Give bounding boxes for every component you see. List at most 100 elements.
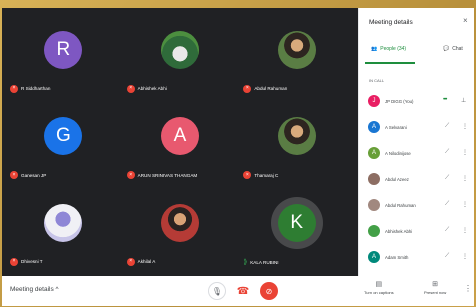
participant-name: Abhishek Abhi xyxy=(137,86,167,92)
avatar: A xyxy=(368,251,380,263)
present-label: Present now xyxy=(424,290,447,295)
more-options-icon[interactable]: ⋮ xyxy=(464,284,472,293)
mic-off-icon[interactable]: ⟋ xyxy=(445,253,449,260)
mic-off-icon[interactable]: ⟋ xyxy=(445,201,449,208)
participant-name: A Nilodinijose xyxy=(385,151,411,156)
participant-tile[interactable]: × Akhilal A xyxy=(122,187,238,272)
pin-icon[interactable]: ⊥ xyxy=(461,97,466,104)
mic-off-icon[interactable]: ⟋ xyxy=(445,123,449,130)
participant-name: Dhivesni T xyxy=(21,259,43,265)
bottom-bar: Meeting details ^ 🎙 ☎ ⊘ ▤ Turn on captio… xyxy=(2,276,474,306)
participant-tile[interactable]: × Abdul Rahuman xyxy=(239,14,354,99)
participant-row[interactable]: Abdul Azeez ⟋ ⋮ xyxy=(359,168,474,192)
name-row: × Abhishek Abhi xyxy=(126,84,167,93)
participant-tile[interactable]: R × R Siddharthan xyxy=(6,14,121,99)
participant-name: Abdul Rahuman xyxy=(254,86,288,92)
tab-people-label: People (34) xyxy=(380,46,407,52)
participant-row[interactable]: Abhishek Abhi ⟋ ⋮ xyxy=(359,220,474,244)
mic-off-icon[interactable]: ⟋ xyxy=(445,227,449,234)
camera-off-button[interactable]: ⊘ xyxy=(260,282,278,300)
participant-tile[interactable]: A × ARUN SRINIVAS THANGAM xyxy=(122,100,238,186)
audio-level-icon: ••• xyxy=(443,97,447,103)
chevron-up-icon: ^ xyxy=(55,286,59,293)
avatar: A xyxy=(368,147,380,159)
avatar-initial: J xyxy=(372,98,376,104)
avatar xyxy=(368,225,380,237)
avatar: A xyxy=(160,117,199,156)
avatar xyxy=(368,173,380,185)
more-options-icon[interactable]: ⋮ xyxy=(462,123,468,130)
muted-icon: × xyxy=(126,84,135,93)
participant-row[interactable]: A A Selvarani ⟋ ⋮ xyxy=(359,116,474,140)
participant-name: R Siddharthan xyxy=(21,86,51,92)
mic-off-icon[interactable]: ⟋ xyxy=(445,149,449,156)
name-row: × Dhivesni T xyxy=(10,257,43,266)
chat-icon: 💬 xyxy=(443,46,450,52)
avatar: A xyxy=(368,121,380,133)
name-row: × Akhilal A xyxy=(126,257,156,266)
participant-row[interactable]: A A Nilodinijose ⟋ ⋮ xyxy=(359,142,474,166)
microphone-icon: 🎙 xyxy=(211,286,223,296)
video-grid: R × R Siddharthan × Abhishek Abhi × Abdul Rahu… xyxy=(2,8,358,276)
participant-name: ARUN SRINIVAS THANGAM xyxy=(137,172,198,178)
avatar: J xyxy=(368,95,380,107)
participant-tile[interactable]: × Thamaraj C xyxy=(239,100,354,186)
tab-chat[interactable]: 💬 Chat xyxy=(443,46,463,52)
more-options-icon[interactable]: ⋮ xyxy=(462,227,468,234)
name-row: × Abdul Rahuman xyxy=(243,84,288,93)
participant-name: KALA RUBINI xyxy=(250,259,279,265)
muted-icon: × xyxy=(10,84,18,93)
participant-name: Abdul Azeez xyxy=(385,177,409,182)
avatar-initial: G xyxy=(55,125,71,147)
participant-tile[interactable]: G × Ganesan JP xyxy=(6,100,121,186)
avatar-initial: A xyxy=(371,124,376,130)
present-now-button[interactable]: ⊞ Present now xyxy=(424,280,446,295)
avatar xyxy=(44,203,83,242)
participant-tile[interactable]: × Dhivesni T xyxy=(6,187,121,272)
tab-chat-label: Chat xyxy=(452,46,463,52)
more-options-icon[interactable]: ⋮ xyxy=(462,149,468,156)
close-icon[interactable]: × xyxy=(463,16,468,25)
captions-button[interactable]: ▤ Turn on captions xyxy=(364,280,394,295)
avatar xyxy=(160,30,199,69)
active-tab-indicator xyxy=(365,62,415,64)
participant-tile[interactable]: × Abhishek Abhi xyxy=(122,14,238,99)
avatar xyxy=(277,30,316,69)
avatar: G xyxy=(44,117,83,156)
participant-name: Thamaraj C xyxy=(254,172,279,178)
name-row: × Thamaraj C xyxy=(243,171,279,180)
avatar-initial: A xyxy=(371,254,376,260)
avatar-initial: A xyxy=(173,125,187,147)
muted-icon: × xyxy=(10,171,18,180)
participant-row[interactable]: A Adam Smith ⟋ ⋮ xyxy=(359,246,474,270)
name-row: × Ganesan JP xyxy=(10,171,47,180)
more-options-icon[interactable]: ⋮ xyxy=(462,175,468,182)
tab-people[interactable]: 👥 People (34) xyxy=(371,46,406,52)
muted-icon: × xyxy=(126,171,135,180)
name-row: × R Siddharthan xyxy=(10,84,51,93)
muted-icon: × xyxy=(10,257,18,266)
participant-name: Adam Smith xyxy=(385,255,409,260)
participant-name: JP DIGG (You) xyxy=(385,99,414,104)
muted-icon: × xyxy=(126,257,135,266)
avatar: R xyxy=(44,30,83,69)
participant-name: Ganesan JP xyxy=(21,172,47,178)
captions-icon: ▤ xyxy=(375,281,383,288)
avatar-initial: A xyxy=(371,150,376,156)
participant-tile[interactable]: K ⟫ KALA RUBINI xyxy=(239,187,354,272)
participant-name: Akhilal A xyxy=(137,259,156,265)
mic-off-icon[interactable]: ⟋ xyxy=(445,175,449,182)
name-row: × ARUN SRINIVAS THANGAM xyxy=(126,171,198,180)
participant-row[interactable]: Abdul Rahuman ⟋ ⋮ xyxy=(359,194,474,218)
more-options-icon[interactable]: ⋮ xyxy=(462,253,468,260)
camera-off-icon: ⊘ xyxy=(265,286,273,296)
microphone-button[interactable]: 🎙 xyxy=(208,282,226,300)
avatar xyxy=(277,117,316,156)
name-row: ⟫ KALA RUBINI xyxy=(243,259,278,266)
captions-label: Turn on captions xyxy=(364,290,394,295)
participant-row[interactable]: J JP DIGG (You) ••• ⊥ xyxy=(359,90,474,114)
meeting-details-button[interactable]: Meeting details ^ xyxy=(10,286,59,293)
section-label: IN CALL xyxy=(369,78,385,83)
more-options-icon[interactable]: ⋮ xyxy=(462,201,468,208)
hang-up-button[interactable]: ☎ xyxy=(234,282,252,300)
